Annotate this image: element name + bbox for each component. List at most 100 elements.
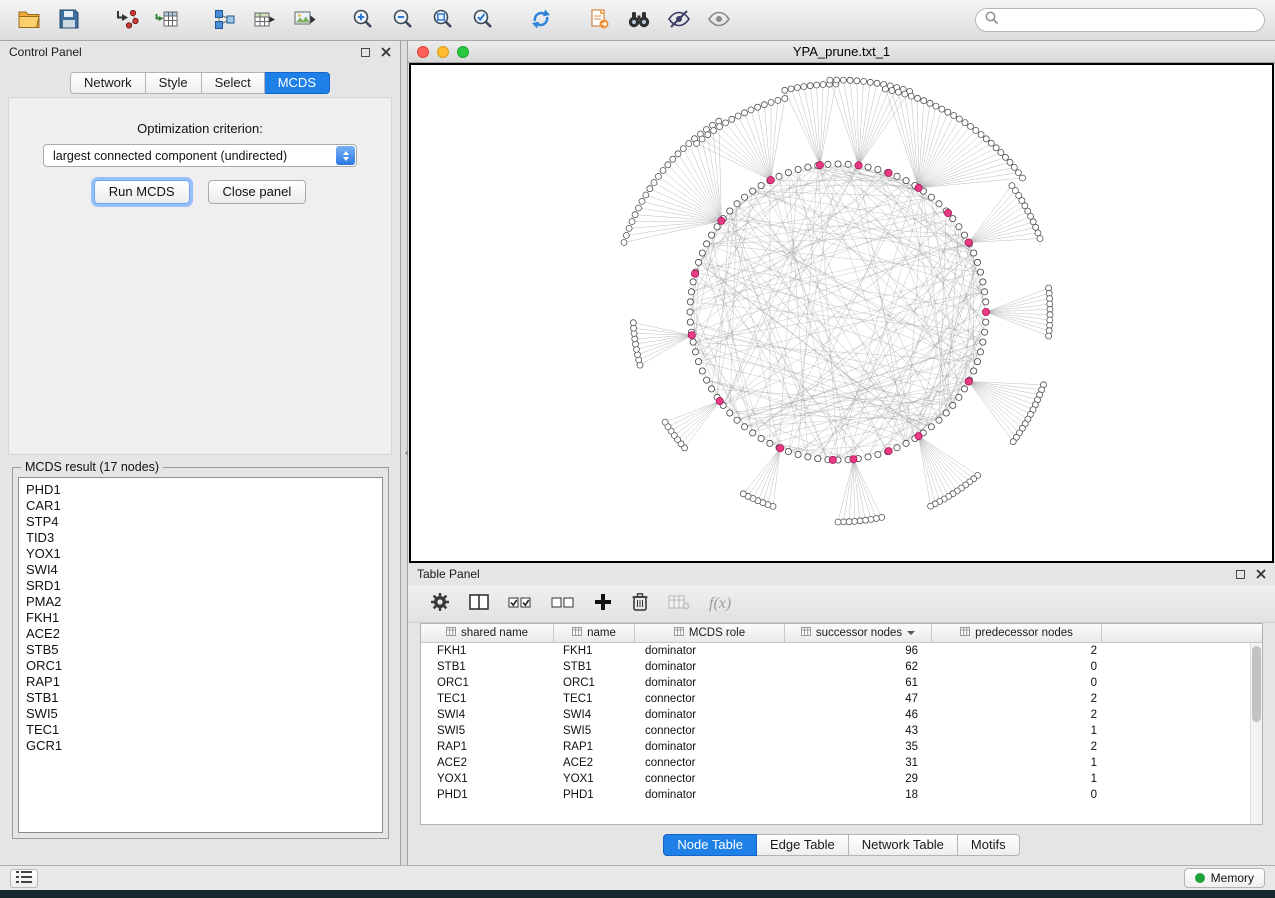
tab-mcds[interactable]: MCDS xyxy=(265,72,330,94)
mcds-result-item[interactable]: GCR1 xyxy=(26,738,375,754)
tab-network[interactable]: Network xyxy=(70,72,146,94)
memory-label: Memory xyxy=(1211,871,1254,885)
close-mcds-panel-button[interactable]: Close panel xyxy=(208,180,307,204)
mcds-result-item[interactable]: SWI5 xyxy=(26,706,375,722)
save-session-button[interactable] xyxy=(50,4,87,36)
table-row[interactable]: SWI4SWI4dominator462 xyxy=(421,707,1262,723)
mcds-result-item[interactable]: ACE2 xyxy=(26,626,375,642)
network-view-titlebar: YPA_prune.txt_1 xyxy=(408,41,1275,63)
export-table-button[interactable] xyxy=(246,4,283,36)
table-row[interactable]: STB1STB1dominator620 xyxy=(421,659,1262,675)
mcds-result-item[interactable]: YOX1 xyxy=(26,546,375,562)
find-button[interactable] xyxy=(620,4,657,36)
tab-select[interactable]: Select xyxy=(202,72,265,94)
close-table-panel-icon[interactable] xyxy=(1256,569,1266,579)
tab-node-table[interactable]: Node Table xyxy=(663,834,757,856)
memory-button[interactable]: Memory xyxy=(1184,868,1265,888)
export-image-button[interactable] xyxy=(286,4,323,36)
mcds-result-item[interactable]: STB1 xyxy=(26,690,375,706)
table-row[interactable]: SWI5SWI5connector431 xyxy=(421,723,1262,739)
table-row[interactable]: FKH1FKH1dominator962 xyxy=(421,643,1262,659)
window-close-light[interactable] xyxy=(417,46,429,58)
table-row[interactable]: PHD1PHD1dominator180 xyxy=(421,787,1262,803)
mcds-result-item[interactable]: CAR1 xyxy=(26,498,375,514)
table-cell: SWI4 xyxy=(421,709,554,721)
table-settings-button[interactable] xyxy=(430,592,450,615)
plus-icon xyxy=(594,593,612,614)
show-columns-button[interactable] xyxy=(469,593,489,614)
tab-motifs[interactable]: Motifs xyxy=(958,834,1020,856)
run-mcds-button[interactable]: Run MCDS xyxy=(94,180,190,204)
mcds-result-item[interactable]: PMA2 xyxy=(26,594,375,610)
column-header-shared-name[interactable]: shared name xyxy=(421,624,554,642)
table-cell: dominator xyxy=(635,677,785,689)
mcds-result-item[interactable]: STB5 xyxy=(26,642,375,658)
import-network-icon xyxy=(115,8,139,33)
network-canvas[interactable] xyxy=(409,63,1274,563)
close-control-panel-icon[interactable] xyxy=(381,47,391,57)
clone-network-button[interactable] xyxy=(580,4,617,36)
select-all-button[interactable] xyxy=(508,593,532,614)
column-header-name[interactable]: name xyxy=(554,624,635,642)
unchecked-boxes-icon xyxy=(551,593,575,614)
table-row[interactable]: TEC1TEC1connector472 xyxy=(421,691,1262,707)
import-table-button[interactable] xyxy=(148,4,185,36)
float-panel-icon[interactable] xyxy=(361,48,370,57)
search-box[interactable] xyxy=(975,8,1265,32)
sort-icon xyxy=(674,627,684,639)
delete-column-button[interactable] xyxy=(631,592,649,615)
hide-selected-button[interactable] xyxy=(660,4,697,36)
binoculars-icon xyxy=(627,8,651,33)
table-row[interactable]: YOX1YOX1connector291 xyxy=(421,771,1262,787)
zoom-out-button[interactable] xyxy=(384,4,421,36)
gear-icon xyxy=(430,592,450,615)
tab-network-table[interactable]: Network Table xyxy=(849,834,958,856)
table-row[interactable]: ORC1ORC1dominator610 xyxy=(421,675,1262,691)
float-table-panel-icon[interactable] xyxy=(1236,570,1245,579)
deselect-all-button[interactable] xyxy=(551,593,575,614)
refresh-view-button[interactable] xyxy=(522,4,559,36)
column-header-successor-nodes[interactable]: successor nodes xyxy=(785,624,932,642)
import-network-button[interactable] xyxy=(108,4,145,36)
refresh-icon xyxy=(530,8,552,33)
mcds-result-item[interactable]: TEC1 xyxy=(26,722,375,738)
mcds-result-item[interactable]: RAP1 xyxy=(26,674,375,690)
column-header-predecessor-nodes[interactable]: predecessor nodes xyxy=(932,624,1102,642)
table-row[interactable]: RAP1RAP1dominator352 xyxy=(421,739,1262,755)
table-cell: RAP1 xyxy=(554,741,635,753)
column-header-mcds-role[interactable]: MCDS role xyxy=(635,624,785,642)
table-cell: 47 xyxy=(785,693,932,705)
window-zoom-light[interactable] xyxy=(457,46,469,58)
status-bar: Memory xyxy=(0,865,1275,890)
mcds-result-item[interactable]: SRD1 xyxy=(26,578,375,594)
zoom-selected-button[interactable] xyxy=(464,4,501,36)
open-file-button[interactable] xyxy=(10,4,47,36)
show-all-button[interactable] xyxy=(700,4,737,36)
table-scrollbar[interactable] xyxy=(1250,643,1262,824)
add-column-button[interactable] xyxy=(594,593,612,614)
search-input[interactable] xyxy=(1005,13,1255,27)
zoom-fit-button[interactable] xyxy=(424,4,461,36)
tab-style[interactable]: Style xyxy=(146,72,202,94)
mcds-result-item[interactable]: STP4 xyxy=(26,514,375,530)
table-cell: 43 xyxy=(785,725,932,737)
mcds-result-item[interactable]: ORC1 xyxy=(26,658,375,674)
control-panel: Control Panel Network Style Select MCDS … xyxy=(0,41,401,865)
node-table: shared name name MCDS role successor nod… xyxy=(420,623,1263,825)
mcds-result-item[interactable]: FKH1 xyxy=(26,610,375,626)
mcds-result-list[interactable]: PHD1CAR1STP4TID3YOX1SWI4SRD1PMA2FKH1ACE2… xyxy=(18,477,383,833)
mcds-result-item[interactable]: PHD1 xyxy=(26,482,375,498)
vertical-splitter[interactable] xyxy=(401,41,408,865)
mcds-result-item[interactable]: SWI4 xyxy=(26,562,375,578)
table-cell: SWI5 xyxy=(554,725,635,737)
criterion-dropdown[interactable]: largest connected component (undirected) xyxy=(43,144,357,167)
new-network-button[interactable] xyxy=(206,4,243,36)
tab-edge-table[interactable]: Edge Table xyxy=(757,834,849,856)
mcds-result-item[interactable]: TID3 xyxy=(26,530,375,546)
scrollbar-thumb[interactable] xyxy=(1252,646,1261,722)
table-cell: ORC1 xyxy=(554,677,635,689)
table-row[interactable]: ACE2ACE2connector311 xyxy=(421,755,1262,771)
zoom-in-button[interactable] xyxy=(344,4,381,36)
status-menu-button[interactable] xyxy=(10,869,38,888)
window-minimize-light[interactable] xyxy=(437,46,449,58)
